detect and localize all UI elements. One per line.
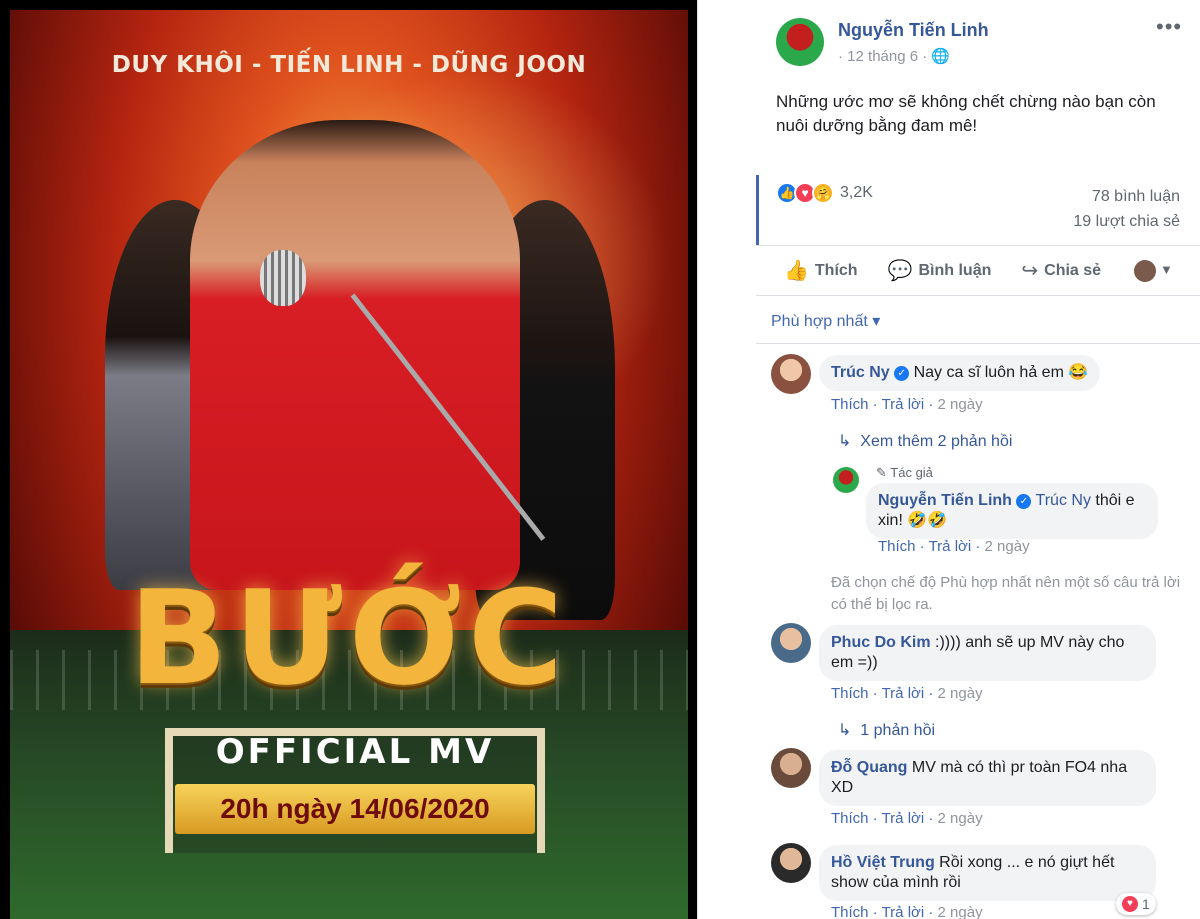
commenter-name[interactable]: Nguyễn Tiến Linh (878, 492, 1012, 509)
comment-actions: Thích · Trả lời · 2 ngày (878, 538, 1030, 555)
shares-count-link[interactable]: 19 lượt chia sẻ (1073, 209, 1180, 234)
comment-text: thôi e (1090, 492, 1135, 509)
commenter-avatar-selector[interactable] (1134, 260, 1156, 282)
thumbs-up-icon: 👍 (784, 260, 809, 282)
comment-reply-link[interactable]: Trả lời (882, 396, 925, 413)
verified-icon: ✓ (1016, 494, 1032, 509)
author-label: Tác giả (890, 465, 933, 480)
poster-release-date: 20h ngày 14/06/2020 (175, 784, 535, 834)
comment-bubble: Trúc Ny ✓ Nay ca sĩ luôn hả em 😂 (819, 355, 1101, 391)
comment-text: xin! 🤣🤣 (878, 512, 948, 529)
post-author-name[interactable]: Nguyễn Tiến Linh (838, 20, 989, 41)
divider (756, 295, 1200, 296)
comment-reply-link[interactable]: Trả lời (882, 810, 925, 827)
comments-count-link[interactable]: 78 bình luận (1073, 184, 1180, 209)
like-label: Thích (814, 261, 858, 279)
more-options-icon[interactable]: ••• (1156, 14, 1182, 40)
comment-text: MV mà có thì pr toàn FO4 nha (907, 759, 1128, 776)
more-replies-label: 1 phản hồi (860, 722, 936, 739)
comment-bubble: Phuc Do Kim :)))) anh sẽ up MV này cho e… (819, 625, 1156, 681)
focus-indicator (756, 175, 759, 245)
poster-official-mv: OFFICIAL MV (215, 732, 495, 772)
comment-reply-link[interactable]: Trả lời (882, 904, 925, 919)
comment-time[interactable]: 2 ngày (938, 904, 983, 919)
avatar[interactable] (833, 467, 859, 493)
comment-label: Bình luận (918, 261, 992, 279)
comment-reply-link[interactable]: Trả lời (882, 685, 925, 702)
poster-person-center (190, 120, 520, 590)
post-date[interactable]: 12 tháng 6 (847, 48, 918, 65)
sort-dropdown[interactable]: Phù hợp nhất ▾ (771, 311, 880, 331)
commenter-name[interactable]: Đỗ Quang (831, 759, 907, 776)
comment-text: Rồi xong ... e nó giựt hết (934, 854, 1115, 871)
view-replies-link[interactable]: ↳ 1 phản hồi (838, 720, 935, 740)
share-button[interactable]: ↪ Chia sẻ (1021, 258, 1101, 283)
comment-actions: Thích · Trả lời · 2 ngày (831, 685, 983, 702)
avatar[interactable] (771, 623, 811, 663)
care-reaction-icon: 🤗 (812, 182, 834, 204)
comment-text: show của mình rồi (831, 874, 961, 891)
comment-like-link[interactable]: Thích (831, 685, 869, 702)
filter-note: Đã chọn chế độ Phù hợp nhất nên một số c… (831, 574, 1181, 613)
comment-time[interactable]: 2 ngày (985, 538, 1030, 555)
view-more-replies-link[interactable]: ↳ Xem thêm 2 phản hồi (838, 431, 1012, 451)
avatar[interactable] (771, 843, 811, 883)
author-avatar[interactable] (776, 18, 824, 66)
post-stats: 78 bình luận 19 lượt chia sẻ (1073, 184, 1180, 234)
comment-reply-link[interactable]: Trả lời (929, 538, 972, 555)
comment-like-link[interactable]: Thích (878, 538, 916, 555)
poster-title: BƯỚC (128, 562, 570, 714)
comment-button[interactable]: 💬 Bình luận (888, 258, 992, 283)
commenter-name[interactable]: Phuc Do Kim (831, 634, 931, 651)
comment-reaction-badge[interactable]: ♥ 1 (1116, 893, 1156, 915)
comment-like-link[interactable]: Thích (831, 396, 869, 413)
comment-actions: Thích · Trả lời · 2 ngày (831, 810, 983, 827)
chevron-down-icon[interactable]: ▼ (1160, 262, 1173, 277)
author-badge: ✎ Tác giả (876, 465, 933, 480)
commenter-name[interactable]: Trúc Ny (831, 364, 890, 381)
avatar[interactable] (771, 354, 811, 394)
comment-time[interactable]: 2 ngày (938, 396, 983, 413)
comment-text: Nay ca sĩ luôn hả em 😂 (913, 364, 1089, 381)
divider (756, 245, 1200, 246)
reaction-count: 1 (1142, 896, 1150, 912)
like-button[interactable]: 👍 Thích (784, 258, 858, 283)
comment-actions: Thích · Trả lời · 2 ngày (831, 396, 983, 413)
poster-artist-names: DUY KHÔI - TIẾN LINH - DŨNG JOON (111, 52, 587, 78)
love-reaction-icon: ♥ (1122, 896, 1138, 912)
comment-text: XD (831, 779, 854, 796)
sort-label: Phù hợp nhất (771, 313, 868, 330)
divider (756, 343, 1200, 344)
mv-poster-image[interactable]: DUY KHÔI - TIẾN LINH - DŨNG JOON BƯỚC OF… (10, 10, 688, 919)
comment-icon: 💬 (887, 260, 913, 282)
comment-time[interactable]: 2 ngày (938, 810, 983, 827)
comment-like-link[interactable]: Thích (831, 810, 869, 827)
comment-bubble: Nguyễn Tiến Linh ✓ Trúc Ny thôi e xin! 🤣… (866, 483, 1158, 539)
comment-actions: Thích · Trả lời · 2 ngày (831, 904, 983, 919)
comment-bubble: Hồ Việt Trung Rồi xong ... e nó giựt hết… (819, 845, 1156, 901)
reaction-summary[interactable]: 👍 ♥ 🤗 3,2K (776, 182, 873, 204)
photo-viewer: DUY KHÔI - TIẾN LINH - DŨNG JOON BƯỚC OF… (0, 0, 697, 919)
commenter-name[interactable]: Hồ Việt Trung (831, 854, 935, 871)
post-text: Những ước mơ sẽ không chết chừng nào bạn… (776, 92, 1156, 135)
comment-like-link[interactable]: Thích (831, 904, 869, 919)
more-replies-label: Xem thêm 2 phản hồi (860, 433, 1013, 450)
avatar[interactable] (771, 748, 811, 788)
comment-text: :)))) anh sẽ up MV này cho (930, 634, 1125, 651)
post-side-panel: Nguyễn Tiến Linh · 12 tháng 6 · 🌐 ••• Nh… (697, 0, 1200, 919)
mention-link[interactable]: Trúc Ny (1036, 492, 1091, 509)
post-actions: 👍 Thích 💬 Bình luận ↪ Chia sẻ (784, 258, 1101, 283)
reaction-count: 3,2K (840, 184, 873, 201)
post-meta: · 12 tháng 6 · 🌐 (838, 48, 951, 65)
comment-text: em =)) (831, 654, 878, 671)
share-label: Chia sẻ (1044, 261, 1102, 279)
microphone-icon (260, 250, 306, 306)
globe-icon: 🌐 (931, 48, 951, 65)
comment-time[interactable]: 2 ngày (938, 685, 983, 702)
comment-bubble: Đỗ Quang MV mà có thì pr toàn FO4 nha XD (819, 750, 1156, 806)
verified-icon: ✓ (894, 366, 910, 381)
share-icon: ↪ (1021, 260, 1039, 282)
